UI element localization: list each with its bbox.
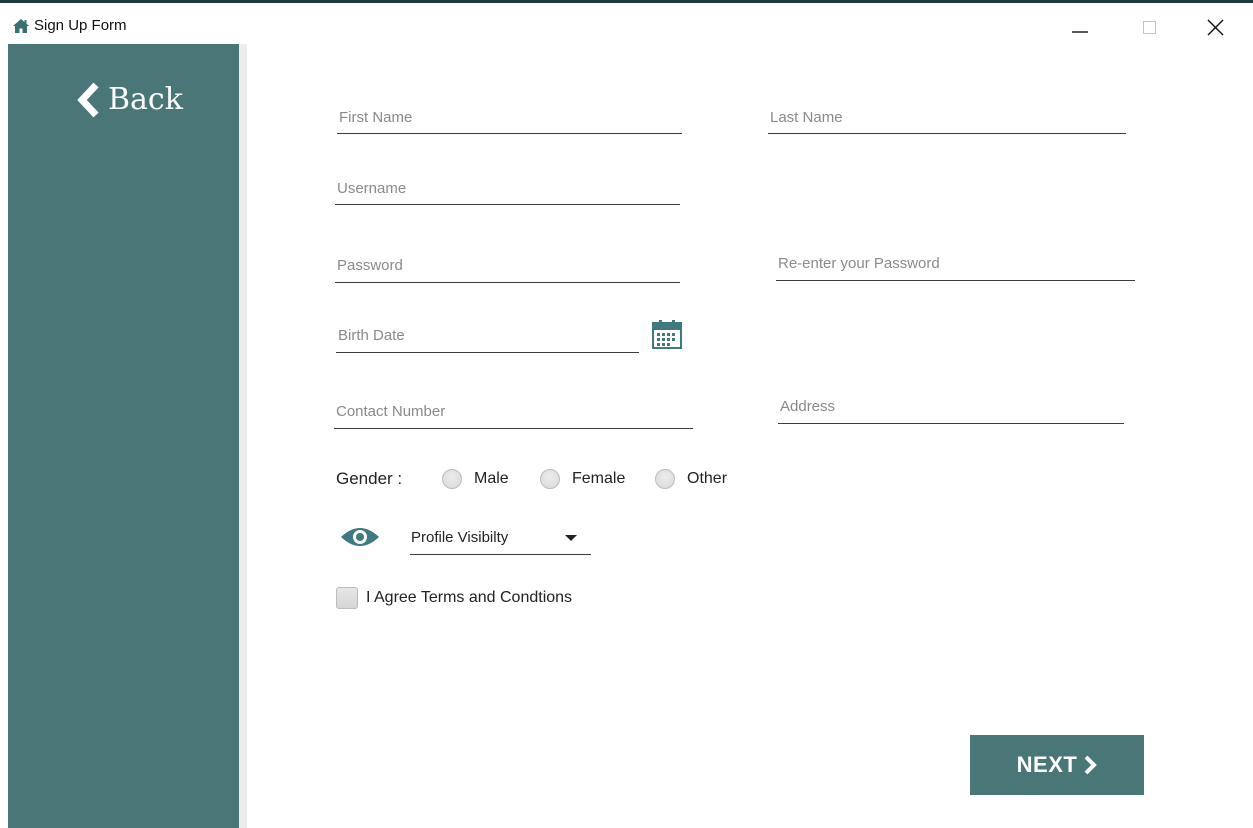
next-label: NEXT — [1016, 752, 1078, 777]
address-input[interactable] — [778, 389, 1124, 424]
password-underline — [335, 281, 680, 283]
eye-icon — [341, 528, 379, 546]
radio-label: Other — [687, 470, 728, 487]
contact-number-underline — [334, 427, 693, 429]
back-button[interactable]: Back — [74, 78, 183, 122]
profile-visibility-select[interactable]: Profile Visibilty — [410, 522, 591, 555]
radio-circle — [442, 469, 462, 489]
confirm-password-field — [776, 246, 1135, 281]
profile-visibility-value: Profile Visibilty — [411, 529, 509, 546]
password-input[interactable] — [335, 248, 680, 283]
contact-number-input[interactable] — [334, 394, 693, 429]
birth-date-input[interactable] — [336, 318, 639, 353]
minimize-icon — [1072, 31, 1088, 33]
checkbox-box — [336, 587, 358, 609]
maximize-button[interactable] — [1122, 9, 1178, 45]
username-underline — [335, 203, 680, 205]
password-field — [335, 248, 680, 283]
next-button[interactable]: NEXT — [970, 735, 1144, 795]
confirm-password-underline — [776, 279, 1135, 281]
agree-terms-label: I Agree Terms and Condtions — [366, 589, 573, 606]
sidebar — [8, 44, 239, 828]
minimize-button[interactable] — [1052, 9, 1108, 45]
back-label: Back — [108, 82, 183, 117]
address-underline — [778, 422, 1124, 424]
radio-label: Male — [474, 470, 509, 487]
chevron-right-icon — [1084, 755, 1098, 775]
chevron-down-icon — [565, 535, 577, 541]
close-icon — [1207, 19, 1224, 36]
gender-radio-female[interactable]: Female — [540, 468, 625, 490]
agree-terms-checkbox[interactable]: I Agree Terms and Condtions — [336, 586, 572, 610]
radio-circle — [540, 469, 560, 489]
first-name-input[interactable] — [337, 100, 682, 134]
chevron-left-icon — [77, 82, 99, 118]
birth-date-field — [336, 318, 639, 353]
last-name-input[interactable] — [768, 100, 1126, 134]
close-button[interactable] — [1188, 9, 1244, 45]
window-title: Sign Up Form — [34, 17, 127, 34]
radio-circle — [655, 469, 675, 489]
last-name-field — [768, 100, 1126, 134]
first-name-field — [337, 100, 682, 134]
calendar-icon[interactable] — [651, 320, 683, 350]
maximize-icon — [1143, 21, 1156, 34]
sidebar-divider — [239, 44, 247, 828]
username-input[interactable] — [335, 171, 680, 205]
contact-number-field — [334, 394, 693, 429]
confirm-password-input[interactable] — [776, 246, 1135, 281]
gender-label: Gender : — [336, 469, 403, 488]
profile-visibility-underline — [410, 553, 591, 555]
birth-date-underline — [336, 351, 639, 353]
last-name-underline — [768, 132, 1126, 134]
username-field — [335, 171, 680, 205]
gender-radio-other[interactable]: Other — [655, 468, 727, 490]
title-bar: Sign Up Form — [0, 3, 1253, 45]
home-icon — [13, 19, 29, 33]
address-field — [778, 389, 1124, 424]
radio-label: Female — [572, 470, 626, 487]
first-name-underline — [337, 132, 682, 134]
gender-radio-male[interactable]: Male — [442, 468, 509, 490]
